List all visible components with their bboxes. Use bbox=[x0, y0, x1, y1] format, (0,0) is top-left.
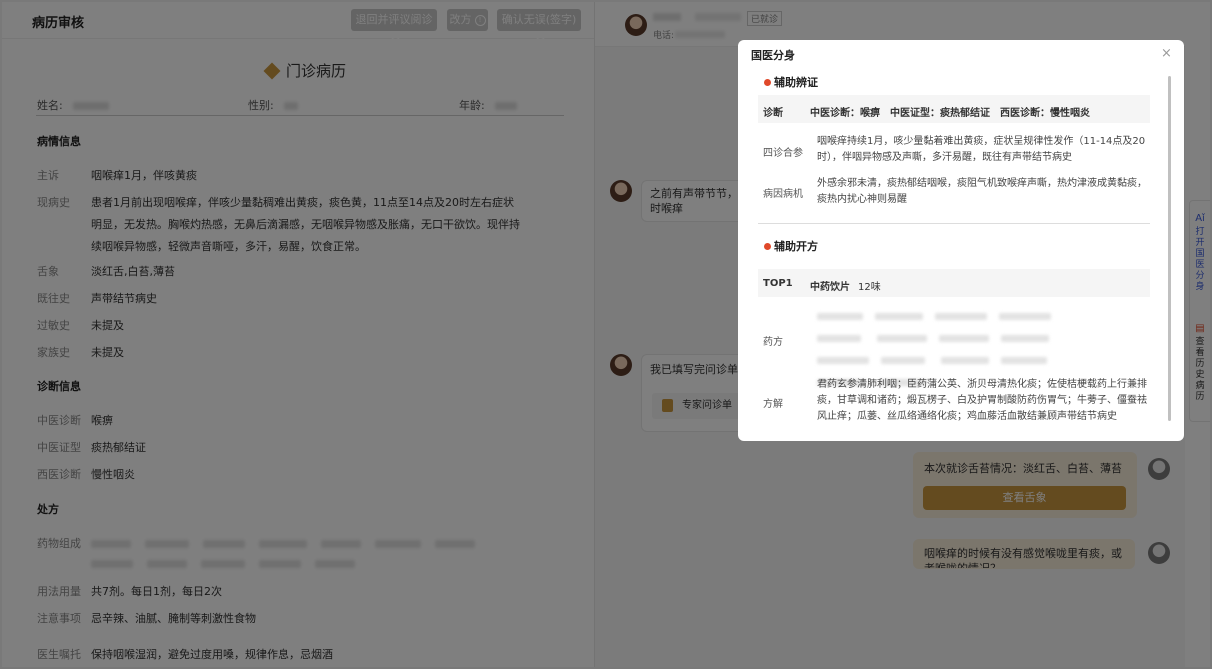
formula-explanation-value: 君药玄参清肺利咽；臣药蒲公英、浙贝母清热化痰；佐使桔梗载药上行兼排痰，甘草调和诸… bbox=[817, 379, 1147, 422]
pathogenesis-label: 病因病机 bbox=[763, 189, 803, 200]
pathogenesis-value: 外感余邪未清，痰热郁结咽喉，痰阻气机致喉痒声嘶，热灼津液成黄黏痰，痰热内扰心神则… bbox=[817, 178, 1147, 205]
four-diagnosis-value: 咽喉痒持续1月，咳少量黏着难出黄痰，症状呈规律性发作（11-14点及20时），伴… bbox=[817, 136, 1146, 163]
modal-scrollbar[interactable] bbox=[1168, 76, 1171, 421]
herb-count: 12味 bbox=[858, 282, 881, 293]
formula-explanation-label: 方解 bbox=[763, 399, 783, 410]
prescription-type: 中药饮片 bbox=[810, 282, 850, 293]
section-assisted-prescription: 辅助开方 bbox=[764, 238, 818, 254]
section-assisted-prescription-label: 辅助开方 bbox=[774, 240, 818, 253]
bullet-dot-icon bbox=[764, 79, 771, 86]
close-icon[interactable]: × bbox=[1161, 46, 1172, 61]
bullet-dot-icon bbox=[764, 243, 771, 250]
formula-label: 药方 bbox=[763, 337, 783, 348]
divider bbox=[758, 223, 1150, 224]
section-assisted-diagnosis-label: 辅助辨证 bbox=[774, 76, 818, 89]
top-rank-label: TOP1 bbox=[763, 278, 793, 289]
section-assisted-diagnosis: 辅助辨证 bbox=[764, 74, 818, 90]
diagnosis-label: 诊断 bbox=[763, 108, 783, 119]
four-diagnosis-label: 四诊合参 bbox=[763, 148, 803, 159]
modal-title: 国医分身 bbox=[751, 49, 795, 62]
assistant-modal: 国医分身 × 辅助辨证 诊断 中医诊断：喉痹 中医证型：痰热郁结证 西医诊断：慢… bbox=[738, 40, 1184, 441]
diagnosis-value: 中医诊断：喉痹 中医证型：痰热郁结证 西医诊断：慢性咽炎 bbox=[810, 108, 1090, 119]
